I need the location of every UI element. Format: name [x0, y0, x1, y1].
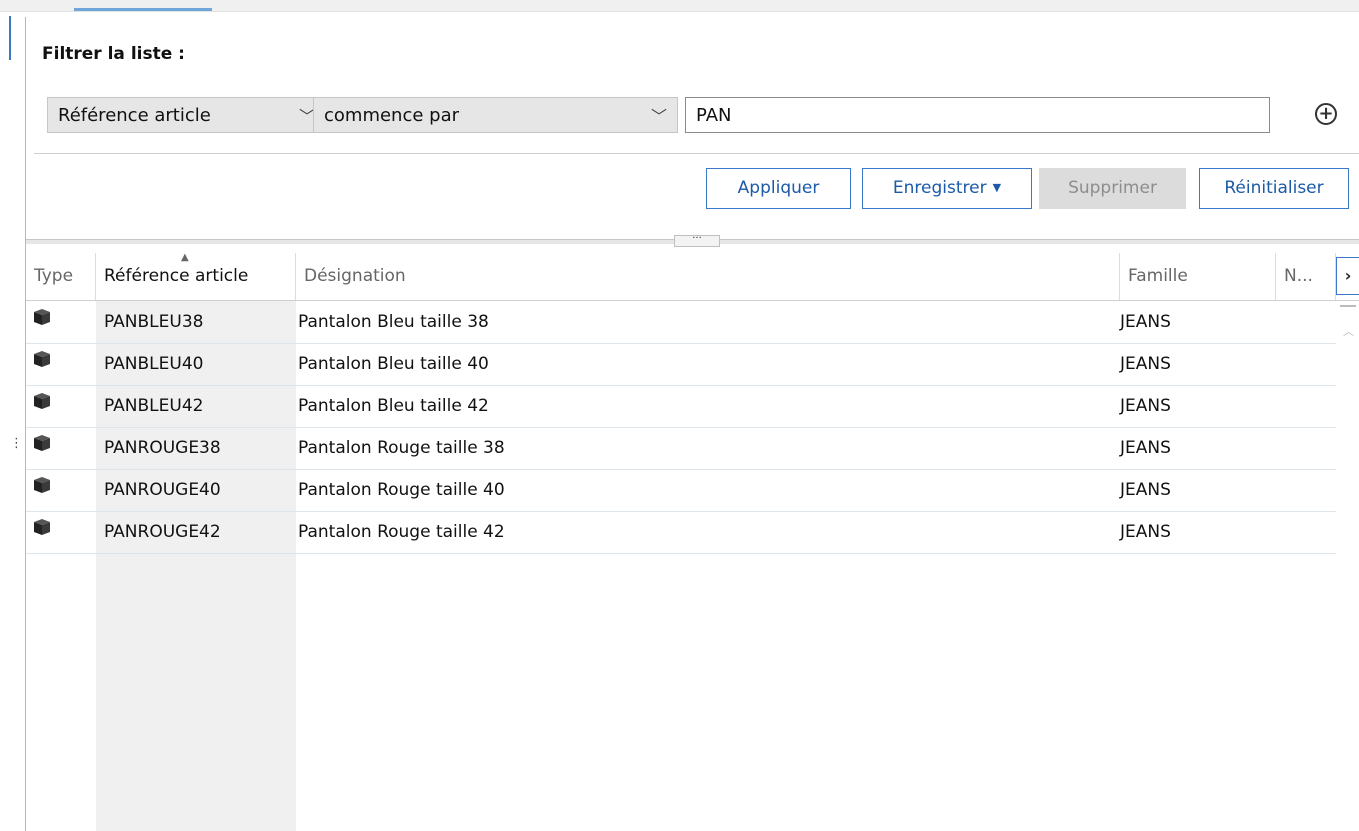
chevron-down-icon: ﹀: [650, 107, 667, 126]
cell-designation: Pantalon Bleu taille 40: [298, 354, 489, 374]
vertical-scrollbar[interactable]: ︿: [1336, 301, 1359, 831]
save-button[interactable]: Enregistrer ▼: [862, 168, 1032, 209]
cell-reference: PANBLEU38: [104, 312, 204, 332]
cell-designation: Pantalon Rouge taille 38: [298, 438, 505, 458]
filter-title: Filtrer la liste :: [42, 44, 185, 64]
product-box-icon: [32, 511, 72, 553]
cell-designation: Pantalon Bleu taille 38: [298, 312, 489, 332]
product-box-icon: [32, 385, 72, 427]
filter-operator-select[interactable]: commence par ﹀: [313, 97, 678, 133]
active-tab-indicator[interactable]: [74, 8, 212, 11]
sort-ascending-icon: ▲: [181, 252, 189, 263]
table-row[interactable]: PANROUGE38 Pantalon Rouge taille 38 JEANS: [26, 427, 1336, 470]
cell-family: JEANS: [1120, 312, 1171, 332]
product-box-icon: [32, 427, 72, 469]
cell-reference: PANROUGE40: [104, 480, 221, 500]
table-row[interactable]: PANROUGE42 Pantalon Rouge taille 42 JEANS: [26, 511, 1336, 554]
product-box-icon: [32, 301, 72, 343]
column-header-designation[interactable]: Désignation: [296, 253, 1120, 300]
delete-label: Supprimer: [1068, 178, 1157, 198]
divider: [34, 153, 1359, 154]
cell-family: JEANS: [1120, 522, 1171, 542]
reset-label: Réinitialiser: [1224, 178, 1324, 198]
panel-resize-grip-icon[interactable]: ⋮: [10, 437, 23, 480]
top-tab-strip: [0, 0, 1359, 12]
column-header-n[interactable]: N...: [1276, 253, 1336, 300]
splitter-handle-icon[interactable]: ···: [674, 234, 720, 247]
add-filter-icon[interactable]: +: [1315, 103, 1337, 125]
delete-button[interactable]: Supprimer: [1039, 168, 1186, 209]
table-row[interactable]: PANBLEU40 Pantalon Bleu taille 40 JEANS: [26, 343, 1336, 386]
more-columns-chevron-icon[interactable]: ›: [1336, 257, 1359, 295]
filter-list-panel: Filtrer la liste : Référence article ﹀ c…: [25, 17, 1359, 831]
product-box-icon: [32, 469, 72, 511]
cell-reference: PANBLEU42: [104, 396, 204, 416]
filter-operator-value: commence par: [324, 105, 460, 126]
scroll-up-icon[interactable]: ︿: [1343, 323, 1354, 339]
filter-field-value: Référence article: [58, 105, 211, 126]
scrollbar-thumb[interactable]: [1340, 305, 1356, 307]
apply-button[interactable]: Appliquer: [706, 168, 851, 209]
cell-family: JEANS: [1120, 480, 1171, 500]
grid-header: Type Référence article ▲ Désignation Fam…: [26, 253, 1359, 301]
apply-label: Appliquer: [737, 178, 820, 198]
cell-reference: PANROUGE38: [104, 438, 221, 458]
caret-down-icon: ▼: [992, 181, 1002, 194]
cell-designation: Pantalon Bleu taille 42: [298, 396, 489, 416]
reset-button[interactable]: Réinitialiser: [1199, 168, 1349, 209]
cell-reference: PANROUGE42: [104, 522, 221, 542]
cell-family: JEANS: [1120, 354, 1171, 374]
table-row[interactable]: PANBLEU42 Pantalon Bleu taille 42 JEANS: [26, 385, 1336, 428]
cell-family: JEANS: [1120, 438, 1171, 458]
filter-field-select[interactable]: Référence article ﹀: [47, 97, 326, 133]
cell-family: JEANS: [1120, 396, 1171, 416]
side-active-indicator: [9, 16, 11, 60]
table-row[interactable]: PANBLEU38 Pantalon Bleu taille 38 JEANS: [26, 301, 1336, 344]
column-header-reference[interactable]: Référence article: [96, 253, 296, 300]
cell-reference: PANBLEU40: [104, 354, 204, 374]
table-row[interactable]: PANROUGE40 Pantalon Rouge taille 40 JEANS: [26, 469, 1336, 512]
save-label: Enregistrer: [892, 178, 987, 198]
product-box-icon: [32, 343, 72, 385]
column-header-type[interactable]: Type: [26, 253, 96, 300]
column-header-reference-label: Référence article: [104, 266, 249, 286]
articles-grid: Type Référence article ▲ Désignation Fam…: [26, 253, 1359, 831]
cell-designation: Pantalon Rouge taille 42: [298, 522, 505, 542]
filter-value-input[interactable]: [685, 97, 1270, 133]
cell-designation: Pantalon Rouge taille 40: [298, 480, 505, 500]
column-header-family[interactable]: Famille: [1120, 253, 1276, 300]
